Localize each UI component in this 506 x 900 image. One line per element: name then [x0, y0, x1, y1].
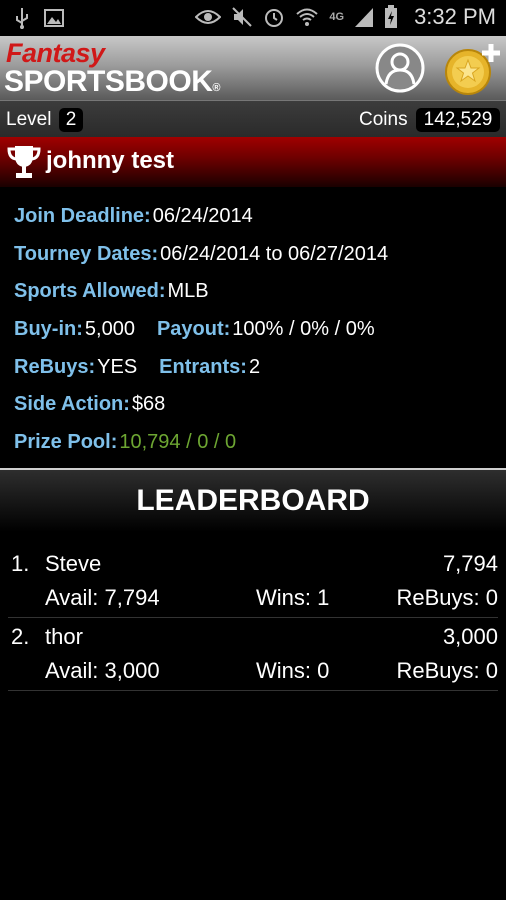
- status-bar: 4G 3:32 PM: [0, 0, 506, 36]
- trophy-icon: [7, 146, 41, 178]
- player-rebuys: ReBuys: 0: [396, 585, 499, 610]
- entrants-value: 2: [248, 355, 261, 378]
- logo-sportsbook-text: SPORTSBOOK®: [4, 65, 220, 99]
- player-name: Steve: [45, 551, 102, 576]
- alarm-icon: [265, 9, 284, 27]
- join-deadline-row: Join Deadline: 06/24/2014: [14, 198, 494, 236]
- tourney-dates-label: Tourney Dates:: [14, 242, 159, 265]
- player-wins: Wins: 1: [256, 585, 330, 610]
- network-type: 4G: [329, 11, 345, 23]
- side-action-label: Side Action:: [14, 393, 130, 416]
- sports-allowed-label: Sports Allowed:: [14, 280, 166, 303]
- prize-pool-row: Prize Pool: 10,794 / 0 / 0: [14, 424, 494, 462]
- battery-icon: [385, 5, 398, 28]
- player-avail: Avail: 3,000: [45, 658, 160, 683]
- leaderboard-row[interactable]: 2. thor 3,000 Avail: 3,000 Wins: 0 ReBuy…: [8, 618, 498, 691]
- coins-value: 142,529: [416, 108, 500, 132]
- mute-icon: [232, 7, 253, 27]
- add-coins-button[interactable]: [444, 42, 502, 96]
- usb-icon: [16, 8, 28, 29]
- profile-button[interactable]: [374, 42, 426, 94]
- registered-mark: ®: [212, 82, 220, 94]
- level-label: Level: [6, 109, 52, 130]
- leaderboard-row[interactable]: 1. Steve 7,794 Avail: 7,794 Wins: 1 ReBu…: [8, 545, 498, 618]
- prize-pool-value: 10,794 / 0 / 0: [119, 430, 237, 453]
- tourney-title-bar: johnny test: [0, 137, 506, 187]
- side-action-row: Side Action: $68: [14, 386, 494, 424]
- join-deadline-label: Join Deadline:: [14, 205, 151, 228]
- leaderboard-list: 1. Steve 7,794 Avail: 7,794 Wins: 1 ReBu…: [8, 545, 498, 691]
- prize-pool-label: Prize Pool:: [14, 430, 118, 453]
- rebuys-value: YES: [97, 355, 138, 378]
- tourney-dates-row: Tourney Dates: 06/24/2014 to 06/27/2014: [14, 236, 494, 274]
- player-score: 7,794: [442, 551, 498, 576]
- rebuys-label: ReBuys:: [14, 355, 96, 378]
- buyin-label: Buy-in:: [14, 318, 83, 341]
- player-rebuys: ReBuys: 0: [396, 658, 499, 683]
- side-action-value: $68: [131, 393, 166, 416]
- join-deadline-value: 06/24/2014: [152, 205, 253, 228]
- tourney-details: Join Deadline: 06/24/2014 Tourney Dates:…: [14, 198, 494, 461]
- logo-sportsbook-word: SPORTSBOOK: [4, 65, 213, 98]
- player-avail: Avail: 7,794: [45, 585, 160, 610]
- coins-label: Coins: [359, 109, 408, 130]
- payout-value: 100% / 0% / 0%: [232, 318, 375, 341]
- level-value: 2: [59, 108, 83, 132]
- image-icon: [44, 9, 64, 27]
- player-score: 3,000: [442, 624, 498, 649]
- buyin-payout-row: Buy-in: 5,000 Payout: 100% / 0% / 0%: [14, 311, 494, 349]
- app-header: Fantasy SPORTSBOOK®: [0, 36, 506, 100]
- leaderboard-title: LEADERBOARD: [136, 484, 370, 517]
- player-rank: 2.: [11, 624, 30, 649]
- payout-label: Payout:: [156, 318, 231, 341]
- player-wins: Wins: 0: [256, 658, 330, 683]
- leaderboard-header: LEADERBOARD: [0, 470, 506, 532]
- player-name: thor: [45, 624, 83, 649]
- wifi-icon: [296, 8, 319, 26]
- signal-icon: [355, 8, 374, 27]
- status-time: 3:32 PM: [414, 4, 496, 29]
- sports-allowed-value: MLB: [167, 280, 209, 303]
- rebuys-entrants-row: ReBuys: YES Entrants: 2: [14, 348, 494, 386]
- sports-allowed-row: Sports Allowed: MLB: [14, 273, 494, 311]
- player-rank: 1.: [11, 551, 30, 576]
- buyin-value: 5,000: [84, 318, 135, 341]
- entrants-label: Entrants:: [159, 355, 247, 378]
- level-coins-bar: Level 2 Coins 142,529: [0, 100, 506, 137]
- tourney-name: johnny test: [46, 147, 175, 174]
- tourney-dates-value: 06/24/2014 to 06/27/2014: [160, 242, 389, 265]
- eye-icon: [195, 10, 222, 24]
